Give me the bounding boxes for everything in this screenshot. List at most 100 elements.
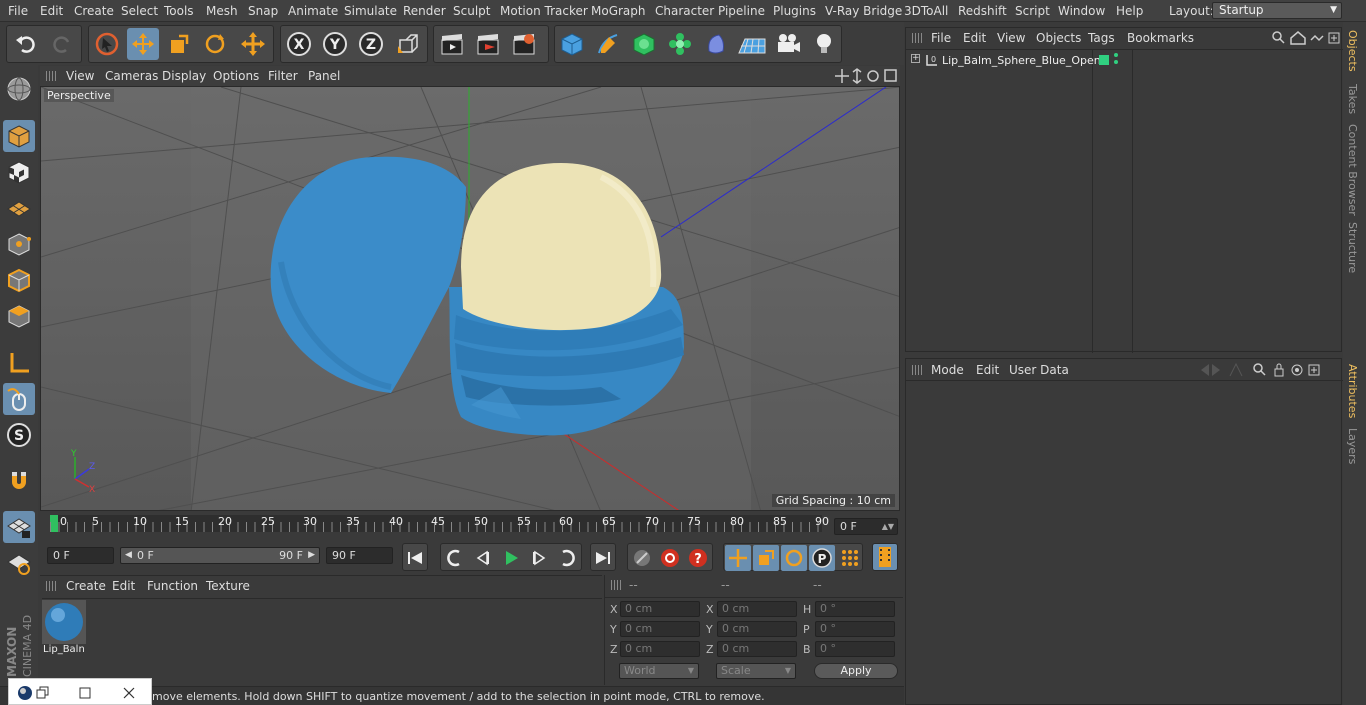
tab-takes[interactable]: Takes	[1346, 84, 1359, 114]
live-selection-button[interactable]	[91, 28, 123, 60]
viewport-nav-icons[interactable]	[835, 68, 897, 84]
enable-axis-button[interactable]	[3, 347, 35, 379]
maximize-button[interactable]	[77, 685, 93, 701]
edge-mode-button[interactable]	[3, 264, 35, 296]
key-scale-button[interactable]	[753, 545, 779, 571]
vp-menu-display[interactable]: Display	[162, 69, 206, 83]
solo-button[interactable]: S	[3, 419, 35, 451]
play-button[interactable]	[498, 545, 524, 571]
spline-pen-button[interactable]	[592, 28, 624, 60]
vp-menu-panel[interactable]: Panel	[308, 69, 340, 83]
z-axis-button[interactable]: Z	[355, 28, 387, 60]
motion-record-button[interactable]	[629, 545, 655, 571]
render-to-picture-viewer-button[interactable]	[472, 28, 504, 60]
vp-menu-filter[interactable]: Filter	[268, 69, 298, 83]
coord-space-select[interactable]: World ▼	[619, 663, 699, 679]
scale-tool-button[interactable]	[163, 28, 195, 60]
menu-pipeline[interactable]: Pipeline	[718, 4, 765, 18]
tweak-mode-button[interactable]	[3, 383, 35, 415]
autokey-button[interactable]: ?	[685, 545, 711, 571]
menu-render[interactable]: Render	[403, 4, 446, 18]
render-visibility-dot[interactable]	[1114, 60, 1118, 64]
attr-menu-user-data[interactable]: User Data	[1009, 363, 1069, 377]
obj-menu-bookmarks[interactable]: Bookmarks	[1127, 31, 1194, 45]
menu-animate[interactable]: Animate	[288, 4, 338, 18]
point-mode-button[interactable]	[3, 228, 35, 260]
vp-menu-view[interactable]: View	[66, 69, 94, 83]
pos-x-field[interactable]: 0 cm	[620, 601, 700, 617]
object-name[interactable]: Lip_Balm_Sphere_Blue_Open	[942, 54, 1101, 67]
render-settings-button[interactable]	[508, 28, 540, 60]
undo-button[interactable]	[10, 28, 42, 60]
layer-color-swatch[interactable]	[1099, 55, 1109, 65]
obj-menu-tags[interactable]: Tags	[1088, 31, 1115, 45]
rot-h-field[interactable]: 0 °	[815, 601, 895, 617]
close-button[interactable]	[121, 685, 137, 701]
menu-motion-tracker[interactable]: Motion Tracker	[500, 4, 588, 18]
menu-select[interactable]: Select	[121, 4, 158, 18]
locked-workplane-button[interactable]	[3, 547, 35, 579]
menu-redshift[interactable]: Redshift	[958, 4, 1007, 18]
mat-menu-function[interactable]: Function	[147, 579, 198, 593]
apply-button[interactable]: Apply	[814, 663, 898, 679]
obj-menu-edit[interactable]: Edit	[963, 31, 986, 45]
end-frame-field[interactable]: 90 F	[326, 547, 393, 564]
recent-tool-button[interactable]	[237, 28, 269, 60]
menu-snap[interactable]: Snap	[248, 4, 278, 18]
tab-objects[interactable]: Objects	[1346, 30, 1359, 72]
rot-b-field[interactable]: 0 °	[815, 641, 895, 657]
obj-menu-view[interactable]: View	[997, 31, 1025, 45]
cloner-button[interactable]	[664, 28, 696, 60]
tab-structure[interactable]: Structure	[1346, 222, 1359, 273]
next-key-button[interactable]	[554, 545, 580, 571]
light-button[interactable]	[808, 28, 840, 60]
polygon-mode-button[interactable]	[3, 300, 35, 332]
menu-mograph[interactable]: MoGraph	[591, 4, 646, 18]
menu-create[interactable]: Create	[74, 4, 114, 18]
mat-menu-create[interactable]: Create	[66, 579, 106, 593]
workplane-lock-button[interactable]	[3, 511, 35, 543]
tab-layers[interactable]: Layers	[1346, 428, 1359, 464]
make-editable-button[interactable]	[3, 73, 35, 105]
next-frame-button[interactable]	[526, 545, 552, 571]
restore-button[interactable]	[35, 685, 51, 701]
attr-menu-edit[interactable]: Edit	[976, 363, 999, 377]
material-swatch[interactable]: Lip_Baln	[42, 600, 86, 656]
vp-menu-cameras[interactable]: Cameras	[105, 69, 158, 83]
current-frame-field[interactable]: 0 F ▲▼	[834, 518, 898, 535]
rot-p-field[interactable]: 0 °	[815, 621, 895, 637]
editor-visibility-dot[interactable]	[1114, 53, 1118, 57]
timeline-window-button[interactable]	[872, 543, 898, 571]
render-view-button[interactable]	[436, 28, 468, 60]
subdivision-surface-button[interactable]	[628, 28, 660, 60]
menu-plugins[interactable]: Plugins	[773, 4, 816, 18]
attr-menu-mode[interactable]: Mode	[931, 363, 964, 377]
vp-menu-options[interactable]: Options	[213, 69, 259, 83]
tab-attributes[interactable]: Attributes	[1346, 364, 1359, 418]
workplane-button[interactable]	[3, 192, 35, 224]
tab-content-browser[interactable]: Content Browser	[1346, 124, 1359, 216]
object-row[interactable]: + 0 Lip_Balm_Sphere_Blue_Open	[908, 52, 1340, 70]
expand-icon[interactable]: +	[911, 54, 920, 63]
menu-script[interactable]: Script	[1015, 4, 1050, 18]
key-parameter-button[interactable]: P	[809, 545, 835, 571]
perspective-viewport[interactable]: Y Z X Perspective Grid Spacing : 10 cm	[40, 86, 900, 511]
attr-header-icons[interactable]	[1198, 362, 1340, 378]
layout-select[interactable]: Startup ▼	[1212, 2, 1342, 19]
key-rotation-button[interactable]	[781, 545, 807, 571]
pos-z-field[interactable]: 0 cm	[620, 641, 700, 657]
rotate-tool-button[interactable]	[199, 28, 231, 60]
start-frame-field[interactable]: 0 F	[47, 547, 114, 564]
menu-vray-bridge[interactable]: V-Ray Bridge	[825, 4, 902, 18]
key-pla-button[interactable]	[837, 545, 863, 571]
coord-mode-select[interactable]: Scale ▼	[716, 663, 796, 679]
record-keys-button[interactable]	[657, 545, 683, 571]
mat-menu-texture[interactable]: Texture	[206, 579, 250, 593]
frame-range-slider[interactable]: ◀ 0 F 90 F ▶	[120, 547, 320, 564]
model-mode-button[interactable]	[3, 120, 35, 152]
camera-button[interactable]	[772, 28, 804, 60]
menu-edit[interactable]: Edit	[40, 4, 63, 18]
key-position-button[interactable]	[725, 545, 751, 571]
size-y-field[interactable]: 0 cm	[717, 621, 797, 637]
prev-key-button[interactable]	[442, 545, 468, 571]
